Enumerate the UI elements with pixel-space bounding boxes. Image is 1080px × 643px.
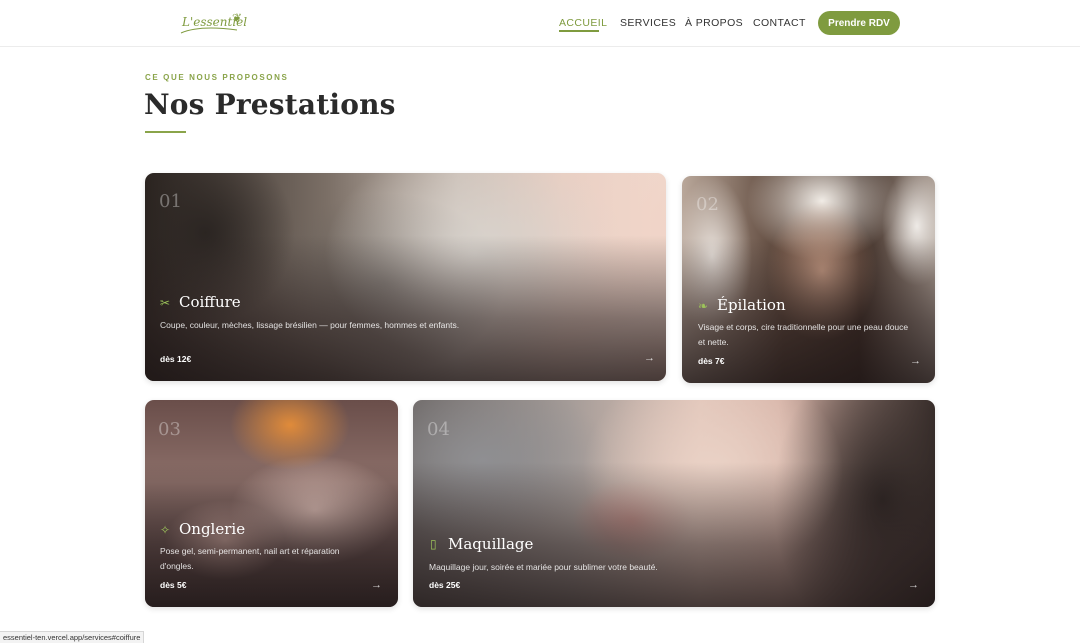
- book-appointment-button[interactable]: Prendre RDV: [818, 11, 900, 35]
- section-eyebrow: CE QUE NOUS PROPOSONS: [145, 73, 289, 82]
- card-price: dès 12€: [160, 354, 192, 364]
- lipstick-icon: ▯: [430, 537, 437, 551]
- card-title: Maquillage: [448, 535, 534, 553]
- arrow-right-icon[interactable]: →: [910, 355, 921, 367]
- site-header: L'essentiel ❦ ACCUEIL SERVICES À PROPOS …: [0, 0, 1080, 47]
- card-description: Pose gel, semi-permanent, nail art et ré…: [160, 546, 340, 571]
- card-title: Coiffure: [179, 293, 241, 311]
- brand-logo[interactable]: L'essentiel ❦: [180, 9, 247, 39]
- card-title: Épilation: [717, 296, 786, 314]
- card-number: 01: [159, 191, 182, 212]
- link-preview-status: essentiel-ten.vercel.app/services#coiffu…: [0, 631, 145, 643]
- card-title: Onglerie: [179, 520, 246, 538]
- arrow-right-icon[interactable]: →: [644, 352, 655, 364]
- service-card-coiffure[interactable]: 01 ✂ Coiffure Coupe, couleur, mèches, li…: [145, 173, 666, 381]
- service-card-maquillage[interactable]: 04 ▯ Maquillage Maquillage jour, soirée …: [413, 400, 935, 607]
- card-number: 02: [696, 194, 719, 215]
- card-description: Maquillage jour, soirée et mariée pour s…: [429, 562, 658, 572]
- card-number: 04: [427, 419, 450, 440]
- nav-accueil[interactable]: ACCUEIL: [559, 17, 607, 29]
- service-card-epilation[interactable]: 02 ❧ Épilation Visage et corps, cire tra…: [682, 176, 935, 383]
- nav-active-underline: [559, 30, 599, 32]
- title-divider: [145, 131, 186, 133]
- leaf-icon: ❧: [698, 299, 709, 313]
- sparkle-icon: ✧: [160, 523, 171, 537]
- card-description: Visage et corps, cire traditionnelle pou…: [698, 322, 909, 347]
- arrow-right-icon[interactable]: →: [371, 579, 382, 591]
- leaf-icon: ❦: [232, 11, 243, 25]
- section-title: Nos Prestations: [144, 88, 396, 121]
- nav-a-propos[interactable]: À PROPOS: [685, 17, 743, 29]
- card-price: dès 5€: [160, 580, 187, 590]
- arrow-right-icon[interactable]: →: [908, 579, 919, 591]
- service-card-onglerie[interactable]: 03 ✧ Onglerie Pose gel, semi-permanent, …: [145, 400, 398, 607]
- logo-swash: [180, 27, 238, 34]
- scissors-icon: ✂: [160, 296, 171, 310]
- card-number: 03: [158, 419, 181, 440]
- card-description: Coupe, couleur, mèches, lissage brésilie…: [160, 320, 460, 330]
- card-price: dès 25€: [429, 580, 461, 590]
- nav-services[interactable]: SERVICES: [620, 17, 676, 29]
- card-price: dès 7€: [698, 356, 725, 366]
- nav-contact[interactable]: CONTACT: [753, 17, 806, 29]
